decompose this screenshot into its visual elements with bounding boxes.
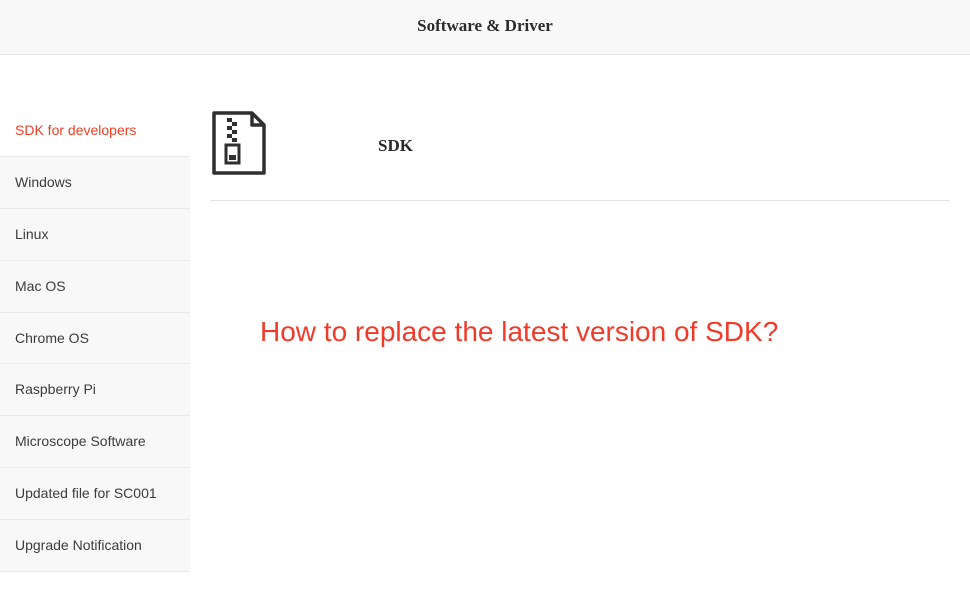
sidebar-item-label: Upgrade Notification (15, 537, 142, 553)
sidebar: SDK for developers Windows Linux Mac OS … (0, 105, 190, 572)
sdk-question-heading: How to replace the latest version of SDK… (260, 316, 950, 348)
page-header: Software & Driver (0, 0, 970, 55)
sidebar-item-label: Chrome OS (15, 330, 89, 346)
sidebar-item-upgrade-notification[interactable]: Upgrade Notification (0, 520, 190, 572)
sidebar-item-microscope-software[interactable]: Microscope Software (0, 416, 190, 468)
sidebar-item-label: Updated file for SC001 (15, 485, 157, 501)
sidebar-item-chrome-os[interactable]: Chrome OS (0, 313, 190, 365)
content-container: SDK for developers Windows Linux Mac OS … (0, 105, 970, 572)
sdk-row: SDK (210, 105, 950, 201)
sidebar-item-linux[interactable]: Linux (0, 209, 190, 261)
sidebar-item-sdk-for-developers[interactable]: SDK for developers (0, 105, 190, 157)
sidebar-item-windows[interactable]: Windows (0, 157, 190, 209)
sidebar-item-label: Windows (15, 174, 72, 190)
sidebar-item-label: SDK for developers (15, 122, 136, 138)
zip-file-icon (210, 111, 268, 180)
page-title: Software & Driver (0, 16, 970, 36)
sidebar-item-updated-file-sc001[interactable]: Updated file for SC001 (0, 468, 190, 520)
sidebar-item-label: Linux (15, 226, 48, 242)
sidebar-item-label: Raspberry Pi (15, 381, 96, 397)
sidebar-item-label: Mac OS (15, 278, 66, 294)
sidebar-item-mac-os[interactable]: Mac OS (0, 261, 190, 313)
sidebar-item-label: Microscope Software (15, 433, 146, 449)
main-content: SDK How to replace the latest version of… (190, 105, 970, 572)
sdk-label: SDK (378, 136, 413, 156)
sidebar-item-raspberry-pi[interactable]: Raspberry Pi (0, 364, 190, 416)
